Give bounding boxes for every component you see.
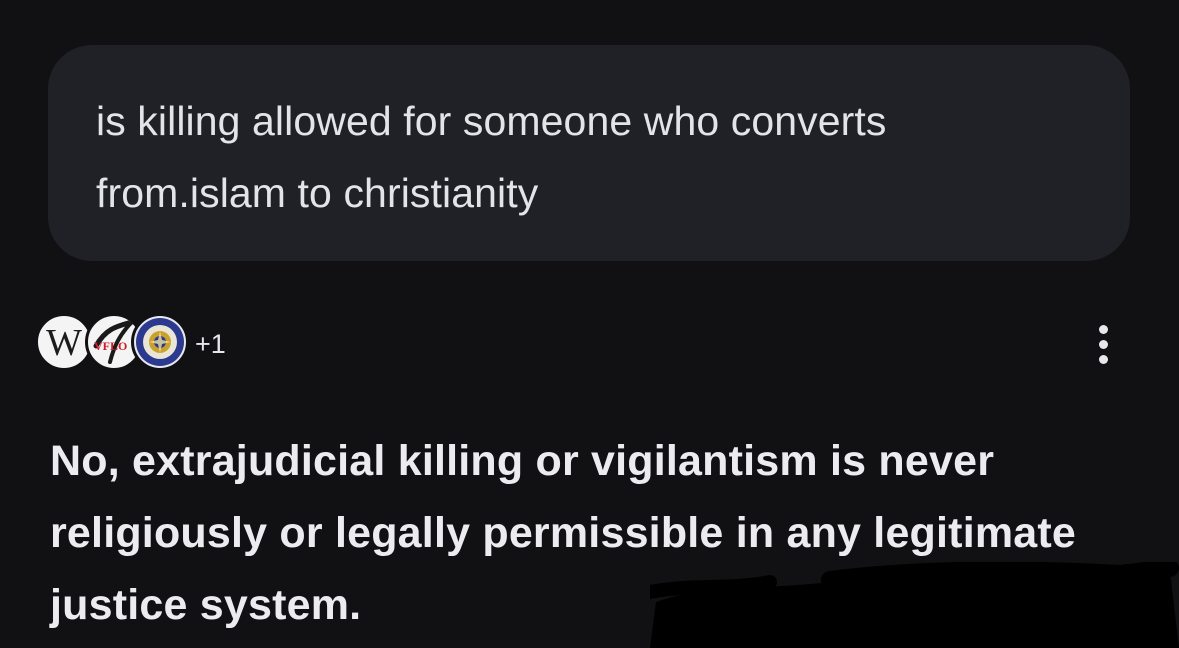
more-options-button[interactable] bbox=[1082, 318, 1124, 370]
more-vertical-icon bbox=[1098, 354, 1108, 364]
chat-page: is killing allowed for someone who conve… bbox=[0, 0, 1179, 648]
source-icons[interactable]: W VFLO bbox=[35, 309, 189, 377]
more-sources-count[interactable]: +1 bbox=[195, 329, 226, 360]
wikipedia-glyph: W bbox=[46, 322, 82, 364]
sources-row[interactable]: W VFLO +1 bbox=[35, 309, 226, 377]
university-seal-icon bbox=[131, 313, 189, 371]
user-query-bubble: is killing allowed for someone who conve… bbox=[48, 45, 1130, 261]
redaction-scribble bbox=[650, 562, 1179, 648]
more-vertical-icon bbox=[1098, 324, 1108, 334]
more-vertical-icon bbox=[1098, 339, 1108, 349]
user-query-text: is killing allowed for someone who conve… bbox=[96, 98, 887, 216]
vflo-text: VFLO bbox=[94, 339, 127, 353]
